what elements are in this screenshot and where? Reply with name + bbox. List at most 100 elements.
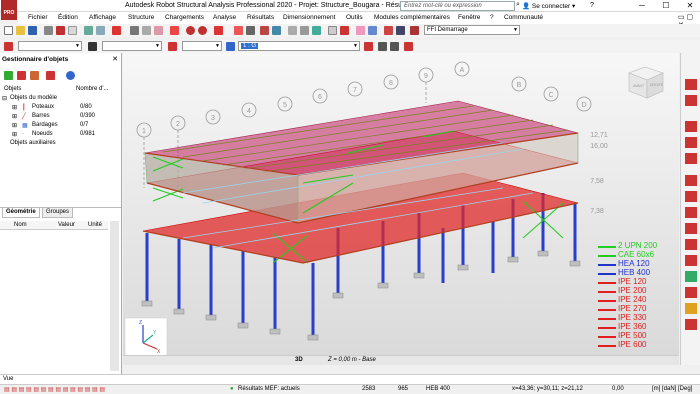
open-icon[interactable] [16, 26, 25, 35]
bars-icon[interactable] [685, 79, 697, 90]
print-icon[interactable] [44, 26, 53, 35]
robot-logo-icon[interactable]: PRO [1, 0, 17, 20]
structure-3d-view[interactable]: 1 2 3 4 5 6 7 8 9 A B C D 12,71 16,00 7,… [123, 53, 679, 365]
tab-groupes[interactable]: Groupes [42, 208, 74, 218]
search-input[interactable]: Entrez mot-clé ou expression [400, 1, 515, 11]
tree-item-aux[interactable]: Objets auxiliaires [0, 140, 120, 148]
expand-icon[interactable]: ⊞ [12, 113, 17, 120]
expand-icon[interactable]: ⊞ [12, 122, 17, 129]
selection-tool-icon[interactable] [17, 71, 26, 80]
redo-icon[interactable] [198, 26, 207, 35]
menu-outils[interactable]: Outils [346, 14, 363, 21]
minimize-button[interactable]: ─ [636, 1, 648, 11]
tree-item-poteaux[interactable]: ⊞ ┃ Poteaux 0/80 [0, 104, 120, 112]
tree-item-bardages[interactable]: ⊞ ▦ Bardages 0/7 [0, 122, 120, 130]
bar-selection-icon[interactable] [88, 42, 97, 51]
view-cube[interactable]: AVANT DROITE [628, 66, 664, 99]
load-case-icon[interactable] [226, 42, 235, 51]
collapse-icon[interactable]: ⊟ [2, 95, 7, 102]
close-icon[interactable]: ✕ [112, 55, 118, 63]
capture-icon[interactable] [68, 26, 77, 35]
materials-icon[interactable] [368, 26, 377, 35]
properties-scrollbar[interactable] [110, 221, 119, 371]
menu-help[interactable]: ? [490, 14, 494, 21]
sections-tool-icon[interactable] [685, 121, 697, 132]
sign-in-link[interactable]: 👤 Se connecter ▾ [522, 2, 575, 10]
menu-fichier[interactable]: Fichier [28, 14, 48, 21]
clear-icon[interactable] [30, 71, 39, 80]
menu-analyse[interactable]: Analyse [213, 14, 236, 21]
calculations-icon[interactable] [214, 26, 223, 35]
arrow-up-icon[interactable] [378, 42, 387, 51]
delete-icon[interactable] [170, 26, 179, 35]
displacements-icon[interactable] [685, 287, 697, 298]
bar-dropdown[interactable]: ▼ [102, 41, 162, 51]
zoom-window-icon[interactable] [300, 26, 309, 35]
table-icon[interactable] [112, 26, 121, 35]
column-tool-icon[interactable] [685, 137, 697, 148]
undo-icon[interactable] [186, 26, 195, 35]
print-preview-icon[interactable] [56, 26, 65, 35]
pan-icon[interactable] [312, 26, 321, 35]
help-icon[interactable]: ? [590, 2, 594, 9]
menu-modules[interactable]: Modules complémentaires [374, 14, 450, 21]
preferences-icon[interactable] [396, 26, 405, 35]
menu-fenetre[interactable]: Fenêtre [458, 14, 480, 21]
copy-icon[interactable] [142, 26, 151, 35]
zoom-icon[interactable] [288, 26, 297, 35]
structure-viewport[interactable]: 1 2 3 4 5 6 7 8 9 A B C D 12,71 16,00 7,… [123, 53, 679, 365]
view-level[interactable]: Z = 0,00 m - Base [328, 357, 376, 363]
view-icon[interactable] [328, 26, 337, 35]
load-definition-icon[interactable] [364, 42, 373, 51]
rotate-icon[interactable] [340, 26, 349, 35]
menu-affichage[interactable]: Affichage [89, 14, 116, 21]
node-dropdown[interactable]: ▼ [182, 41, 222, 51]
status-icons[interactable]: ▤ ▤ ▤ ▤ ▤ ▤ ▤ ▤ ▤ ▤ ▤ ▤ ▤ ▤ [4, 386, 105, 393]
menu-resultats[interactable]: Résultats [247, 14, 274, 21]
arrow-down-icon[interactable] [390, 42, 399, 51]
cut-icon[interactable] [130, 26, 139, 35]
combinations-icon[interactable] [685, 239, 697, 250]
maximize-button[interactable]: ☐ [660, 1, 672, 11]
load-case-dropdown[interactable]: 1 : G ▼ [238, 41, 360, 51]
view-mode-3d[interactable]: 3D [295, 357, 303, 363]
edit-icon[interactable] [46, 71, 55, 80]
offsets-icon[interactable] [685, 191, 697, 202]
nodes-table-icon[interactable] [685, 255, 697, 266]
display-icon[interactable] [246, 26, 255, 35]
screenshot-icon[interactable] [96, 26, 105, 35]
tools-icon[interactable] [384, 26, 393, 35]
grid-icon[interactable] [272, 26, 281, 35]
binoculars-icon[interactable]: ⌕ [516, 1, 520, 9]
selection-icon[interactable] [4, 42, 13, 51]
supports-icon[interactable] [685, 95, 697, 106]
results-icon[interactable] [260, 26, 269, 35]
releases-icon[interactable] [685, 175, 697, 186]
help-circle-icon[interactable] [66, 71, 75, 80]
sections-icon[interactable] [356, 26, 365, 35]
node-selection-icon[interactable] [168, 42, 177, 51]
tree-root[interactable]: ⊟ Objets du modèle [0, 95, 120, 103]
menu-structure[interactable]: Structure [128, 14, 154, 21]
menu-chargements[interactable]: Chargements [165, 14, 204, 21]
filter-icon[interactable] [4, 71, 13, 80]
beam-tool-icon[interactable] [685, 153, 697, 164]
paste-icon[interactable] [154, 26, 163, 35]
model-view-icon[interactable] [234, 26, 243, 35]
design-icon[interactable] [685, 303, 697, 314]
properties-icon[interactable] [84, 26, 93, 35]
load-table-icon[interactable] [685, 223, 697, 234]
reactions-icon[interactable] [685, 271, 697, 282]
expand-icon[interactable]: ⊞ [12, 131, 17, 138]
save-icon[interactable] [28, 26, 37, 35]
tab-geometrie[interactable]: Géométrie [2, 208, 40, 218]
units[interactable]: [m] [daN] [Deg] [652, 386, 692, 392]
case-manager-icon[interactable] [404, 42, 413, 51]
layout-dropdown[interactable]: FFI Démarrage ▼ [424, 25, 520, 35]
stresses-icon[interactable] [685, 319, 697, 330]
menu-dimensionnement[interactable]: Dimensionnement [283, 14, 335, 21]
tree-item-barres[interactable]: ⊞ ╱ Barres 0/390 [0, 113, 120, 121]
close-button[interactable]: ✕ [684, 1, 696, 11]
layout-icon[interactable] [410, 26, 419, 35]
selection-dropdown[interactable]: ▼ [18, 41, 82, 51]
